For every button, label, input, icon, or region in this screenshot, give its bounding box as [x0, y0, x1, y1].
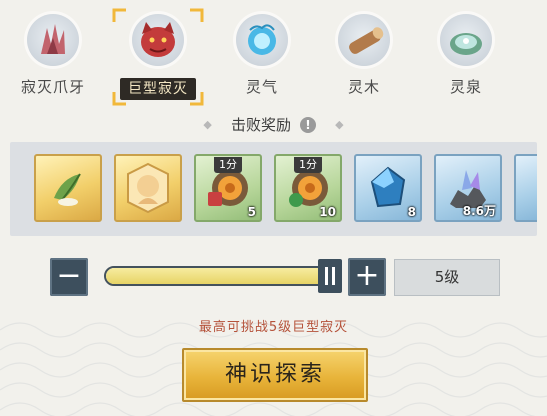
reward-item[interactable]: 8.6万 — [434, 154, 502, 222]
tab-giant-beast[interactable]: 巨型寂灭 — [110, 8, 206, 106]
reward-qty: 5 — [247, 205, 256, 219]
max-challenge-hint: 最高可挑战5级巨型寂灭 — [198, 320, 349, 335]
tab-spirit-wood[interactable]: 灵木 — [316, 8, 412, 106]
reward-qty: 8.6万 — [462, 204, 496, 218]
tab-label: 灵泉 — [449, 78, 482, 96]
reward-badge: 1分 — [294, 157, 322, 173]
reward-item[interactable]: 1分 5 — [194, 154, 262, 222]
reward-qty: 10 — [319, 205, 336, 219]
info-icon[interactable]: ! — [300, 116, 317, 133]
level-slider[interactable] — [104, 266, 340, 286]
level-slider-handle[interactable] — [318, 259, 342, 293]
reward-item[interactable]: 8 — [354, 154, 422, 222]
diamond-ornament-icon: ◆ — [203, 118, 212, 131]
reward-item[interactable] — [114, 154, 182, 222]
rewards-list[interactable]: 1分 5 1分 10 8 8.6万 — [10, 142, 537, 236]
rewards-title: 击败奖励 — [230, 116, 291, 134]
spirit-energy-icon — [248, 24, 276, 55]
reward-item[interactable]: 1分 10 — [274, 154, 342, 222]
tab-spirit-spring[interactable]: 灵泉 — [418, 8, 514, 106]
tab-claw[interactable]: 寂灭爪牙 — [5, 8, 101, 106]
spirit-spring-icon — [450, 33, 482, 55]
tab-label: 寂灭爪牙 — [20, 78, 85, 96]
explore-button-label: 神识探索 — [224, 362, 325, 387]
explore-button[interactable]: 神识探索 — [182, 348, 368, 402]
increase-level-button[interactable]: + — [348, 258, 386, 296]
tab-label: 灵木 — [347, 78, 380, 96]
reward-badge: 1分 — [214, 157, 242, 173]
portrait-token-icon — [127, 162, 169, 214]
rewards-header: ◆ 击败奖励 ! ◆ — [0, 114, 547, 138]
giant-beast-icon — [141, 22, 175, 57]
handle-grip — [325, 267, 328, 285]
decrease-level-button[interactable]: − — [50, 258, 88, 296]
handle-grip — [332, 267, 335, 285]
spirit-wood-icon — [349, 27, 384, 54]
diamond-ornament-icon: ◆ — [335, 118, 344, 131]
tab-spirit-energy[interactable]: 灵气 — [214, 8, 310, 106]
claw-icon — [41, 24, 65, 54]
level-display: 5级 — [394, 259, 500, 296]
category-tabs: 寂灭爪牙 巨型寂灭 灵气 灵木 灵泉 — [0, 0, 547, 108]
tab-label: 灵气 — [245, 78, 278, 96]
reward-item[interactable] — [34, 154, 102, 222]
tab-label: 巨型寂灭 — [120, 78, 196, 100]
reward-qty: 8 — [407, 205, 416, 219]
reward-item-partial[interactable] — [514, 154, 537, 222]
level-slider-fill — [106, 268, 320, 284]
leaf-fish-icon — [54, 173, 81, 206]
